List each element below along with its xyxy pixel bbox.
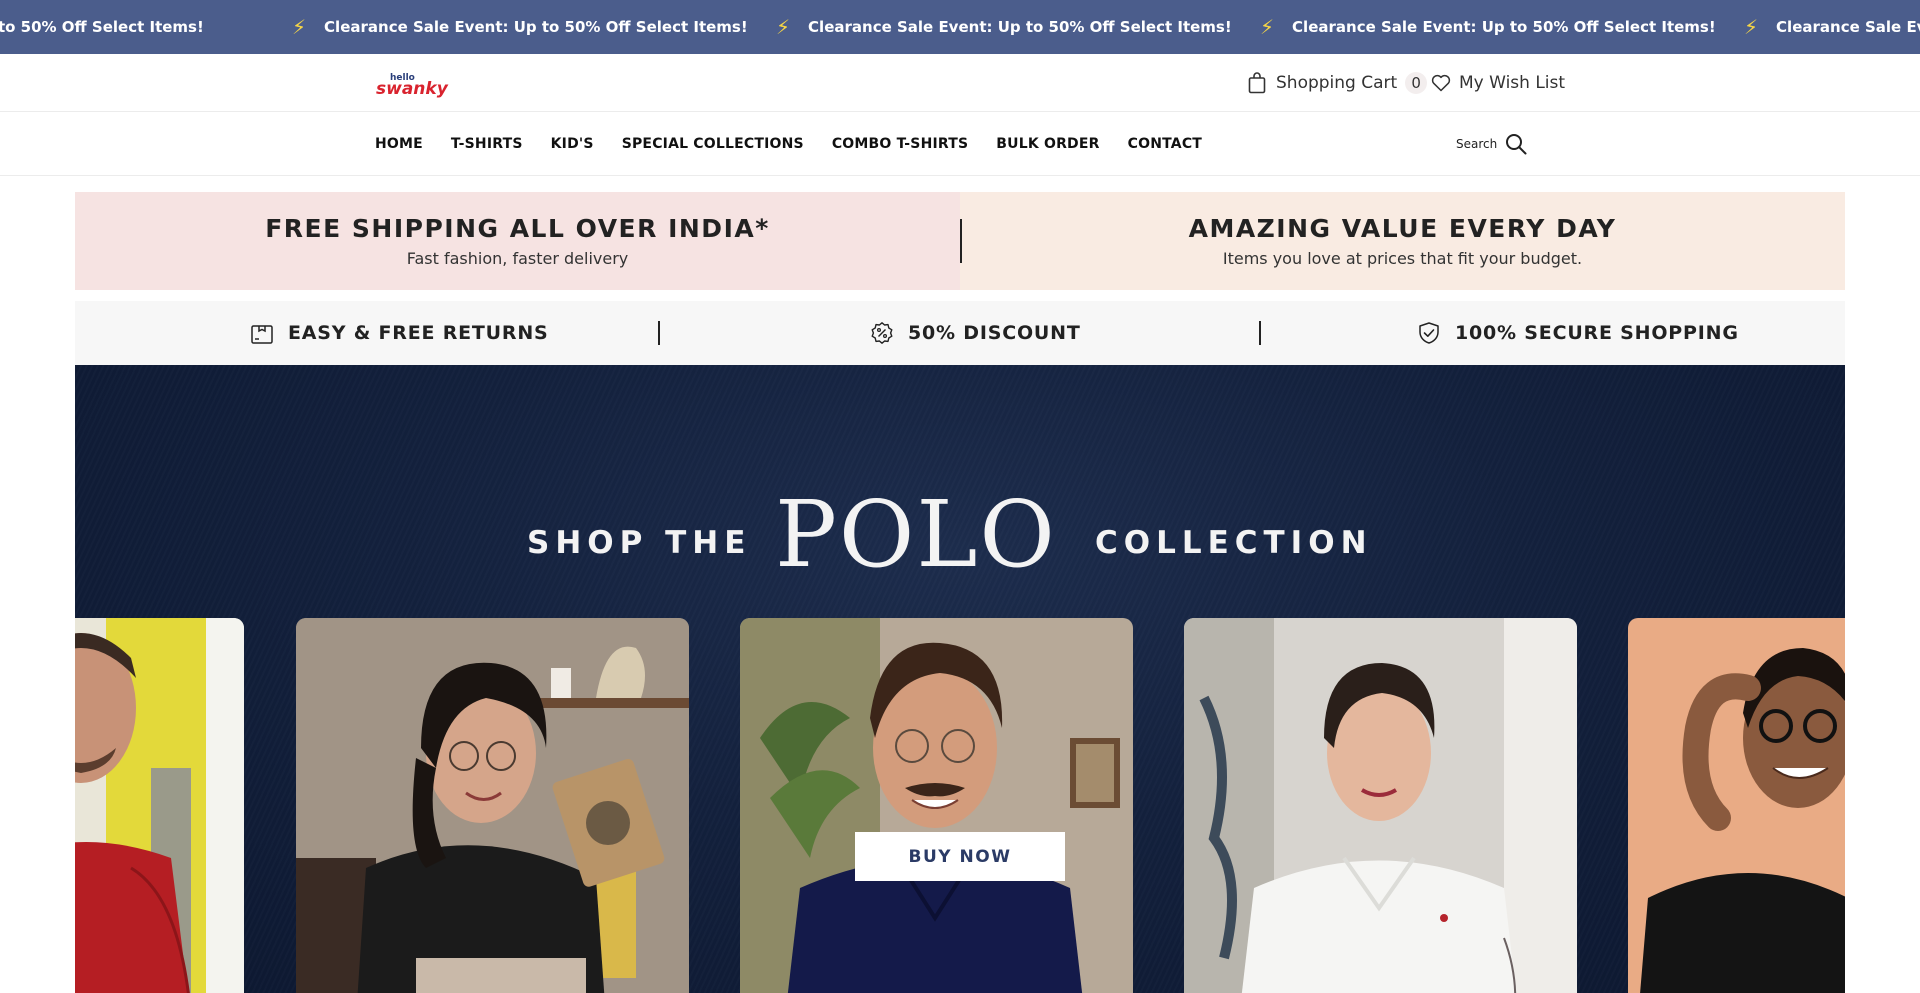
nav-item-combo-t-shirts[interactable]: COMBO T-SHIRTS xyxy=(832,136,968,152)
feature-label: 100% SECURE SHOPPING xyxy=(1455,322,1739,344)
promo-amazing-value: AMAZING VALUE EVERY DAY Items you love a… xyxy=(960,192,1845,290)
product-card-navy-polo-man[interactable] xyxy=(740,618,1133,993)
nav-item-home[interactable]: HOME xyxy=(375,136,423,152)
announcement-item: ⚡ Clearance Sale Event: Up to 50% Off Se… xyxy=(1744,15,1920,39)
buy-now-button[interactable]: BUY NOW xyxy=(855,832,1065,881)
search-label: Search xyxy=(1456,137,1498,151)
feature-label: 50% DISCOUNT xyxy=(908,322,1081,344)
model-photo-white-polo-woman xyxy=(1184,618,1577,993)
discount-badge-icon xyxy=(871,322,893,344)
cart-count-badge: 0 xyxy=(1405,72,1428,94)
promo-divider xyxy=(960,219,962,263)
nav-item-contact[interactable]: CONTACT xyxy=(1128,136,1202,152)
main-navigation: HOME T-SHIRTS KID'S SPECIAL COLLECTIONS … xyxy=(0,112,1920,176)
model-photo-black-polo-man xyxy=(1628,618,1845,993)
product-card-black-polo-woman[interactable] xyxy=(296,618,689,993)
lightning-icon: ⚡ xyxy=(1260,15,1275,39)
promo-title: FREE SHIPPING ALL OVER INDIA* xyxy=(265,214,770,243)
nav-item-bulk-order[interactable]: BULK ORDER xyxy=(996,136,1099,152)
features-strip: EASY & FREE RETURNS 50% DISCOUNT 100% SE… xyxy=(75,301,1845,365)
feature-returns: EASY & FREE RETURNS xyxy=(250,301,549,365)
heading-pre: SHOP THE xyxy=(527,525,752,561)
shield-check-icon xyxy=(1419,322,1439,344)
promo-subtitle: Fast fashion, faster delivery xyxy=(406,249,629,268)
logo-graphic: hello swanky xyxy=(376,73,449,99)
promo-subtitle: Items you love at prices that fit your b… xyxy=(1222,249,1583,268)
feature-secure: 100% SECURE SHOPPING xyxy=(1417,301,1739,365)
polo-collection-hero: SHOP THE POLO COLLECTION BUY NOW xyxy=(75,365,1845,993)
product-card-red-polo[interactable] xyxy=(75,618,244,993)
promo-free-shipping: FREE SHIPPING ALL OVER INDIA* Fast fashi… xyxy=(75,192,960,290)
feature-divider xyxy=(658,321,660,345)
feature-divider xyxy=(1259,321,1261,345)
announcement-bar: p to 50% Off Select Items! ⚡ Clearance S… xyxy=(0,0,1920,54)
heading-main: POLO xyxy=(775,481,1057,588)
lightning-icon: ⚡ xyxy=(1744,15,1759,39)
site-logo[interactable]: hello swanky xyxy=(374,70,466,99)
hero-heading: SHOP THE POLO COLLECTION xyxy=(75,485,1845,585)
model-photo-black-polo-woman xyxy=(296,618,689,993)
wishlist-link[interactable]: My Wish List xyxy=(1431,70,1565,96)
feature-discount: 50% DISCOUNT xyxy=(870,301,1081,365)
product-card-white-polo-woman[interactable] xyxy=(1184,618,1577,993)
lightning-icon: ⚡ xyxy=(776,15,791,39)
model-photo-navy-polo-man xyxy=(740,618,1133,993)
announcement-track: p to 50% Off Select Items! ⚡ Clearance S… xyxy=(0,0,1920,54)
svg-text:swanky: swanky xyxy=(376,79,449,98)
product-card-black-polo-man[interactable] xyxy=(1628,618,1845,993)
nav-item-kids[interactable]: KID'S xyxy=(551,136,594,152)
search-icon xyxy=(1506,134,1527,155)
heart-icon xyxy=(1431,74,1451,92)
announcement-item-partial: p to 50% Off Select Items! xyxy=(0,18,204,36)
announcement-item: ⚡ Clearance Sale Event: Up to 50% Off Se… xyxy=(292,15,748,39)
feature-label: EASY & FREE RETURNS xyxy=(288,322,549,344)
heading-post: COLLECTION xyxy=(1095,525,1373,561)
shopping-bag-icon xyxy=(1248,72,1266,94)
promo-title: AMAZING VALUE EVERY DAY xyxy=(1188,214,1617,243)
announcement-item: ⚡ Clearance Sale Event: Up to 50% Off Se… xyxy=(1260,15,1716,39)
nav-list: HOME T-SHIRTS KID'S SPECIAL COLLECTIONS … xyxy=(375,112,1230,176)
announcement-item: ⚡ Clearance Sale Event: Up to 50% Off Se… xyxy=(776,15,1232,39)
nav-item-special-collections[interactable]: SPECIAL COLLECTIONS xyxy=(622,136,804,152)
lightning-icon: ⚡ xyxy=(292,15,307,39)
shopping-cart-link[interactable]: Shopping Cart 0 xyxy=(1248,70,1428,96)
nav-item-t-shirts[interactable]: T-SHIRTS xyxy=(451,136,523,152)
search-button[interactable]: Search xyxy=(1456,132,1527,156)
model-photo-red-polo xyxy=(75,618,244,993)
wishlist-label: My Wish List xyxy=(1459,73,1566,93)
site-header: hello swanky Shopping Cart 0 My Wish Lis… xyxy=(0,54,1920,112)
box-icon xyxy=(251,325,273,344)
cart-label: Shopping Cart xyxy=(1276,73,1398,93)
